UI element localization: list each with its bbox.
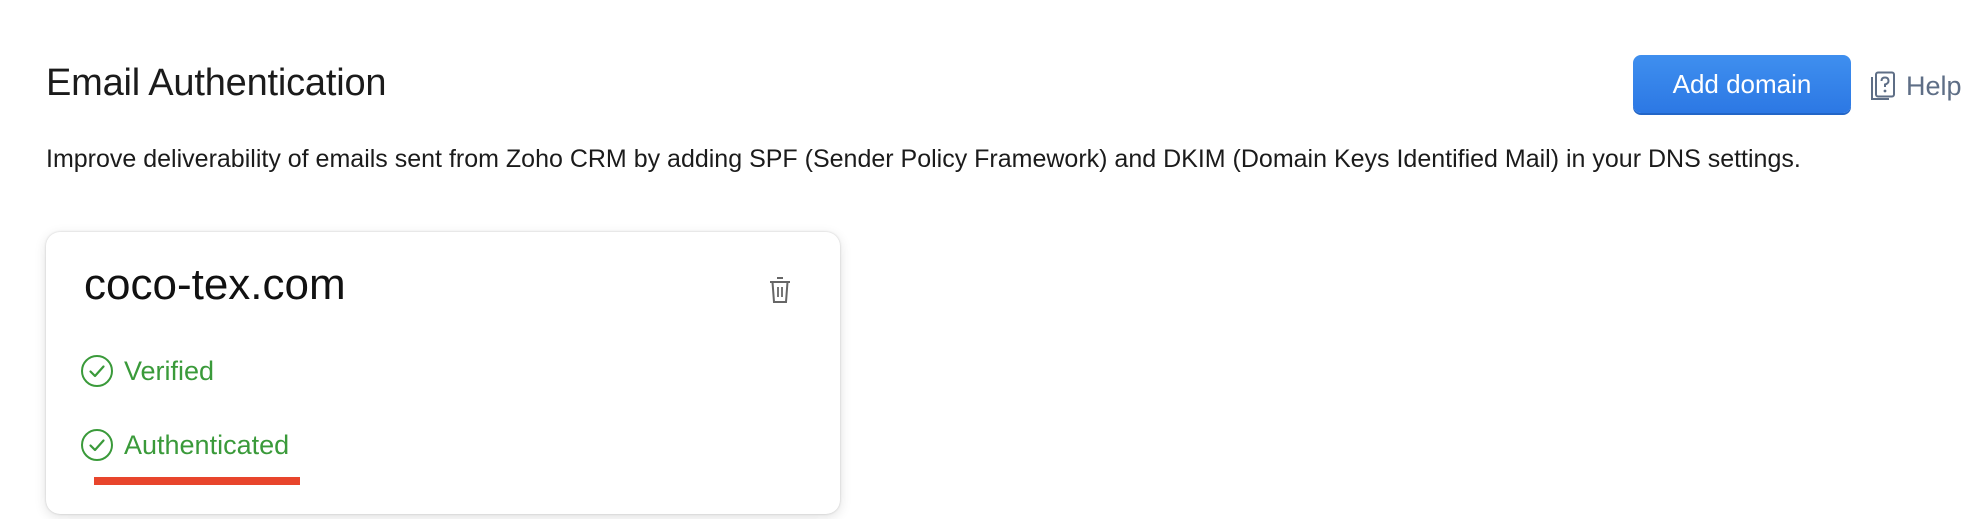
trash-icon [768,276,792,309]
add-domain-button[interactable]: Add domain [1633,55,1851,113]
domain-name: coco-tex.com [84,260,346,309]
page-description: Improve deliverability of emails sent fr… [46,145,1801,173]
page-title: Email Authentication [46,62,387,104]
annotation-underline [94,477,300,485]
check-circle-icon [80,354,114,388]
verified-status: Verified [80,354,214,388]
domain-card: coco-tex.com Verified Authenticated [46,232,840,514]
verified-label: Verified [124,355,215,386]
check-circle-icon [80,428,114,462]
help-link[interactable]: Help [1870,68,1962,104]
email-authentication-page: Email Authentication Add domain Help Imp… [0,0,1980,519]
delete-domain-button[interactable] [766,276,794,308]
authenticated-label: Authenticated [124,429,290,460]
help-icon [1870,71,1896,101]
help-label: Help [1906,70,1962,101]
authenticated-status: Authenticated [80,428,289,462]
